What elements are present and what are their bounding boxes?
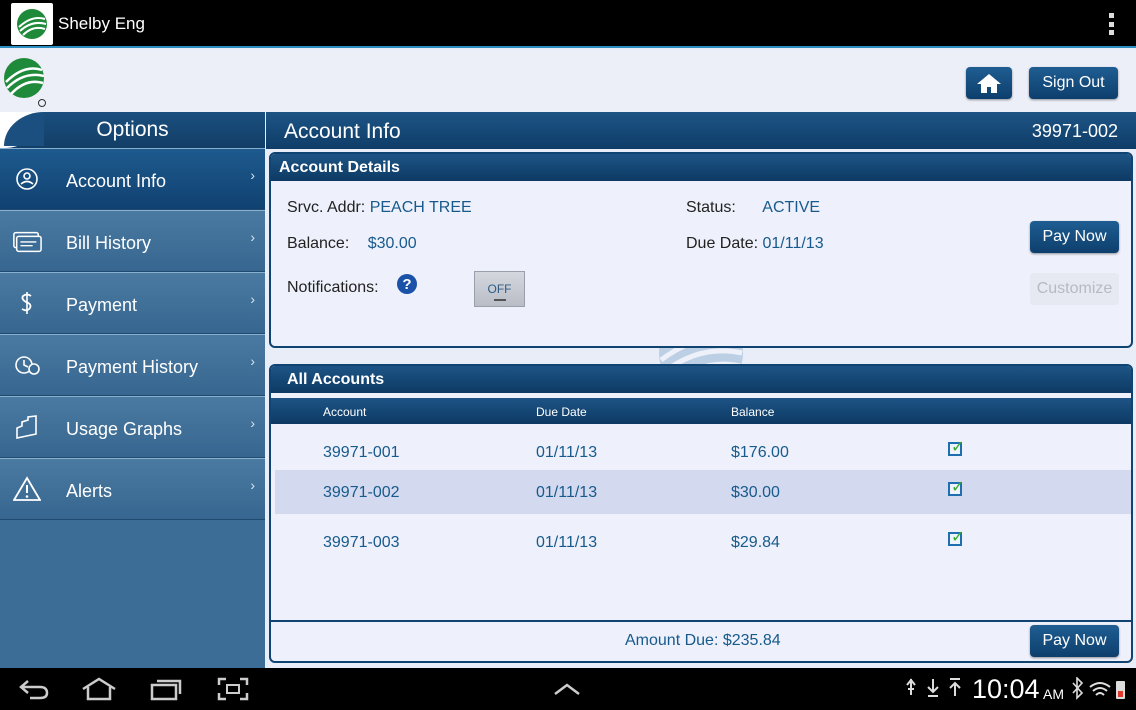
history-icon xyxy=(12,351,42,379)
sidebar-item-label: Payment History xyxy=(66,357,199,377)
service-address-value: PEACH TREE xyxy=(369,199,472,216)
divider xyxy=(271,620,1131,622)
dollar-icon xyxy=(12,289,42,317)
app-title: Shelby Eng xyxy=(58,14,145,33)
balance: $29.84 xyxy=(731,534,780,551)
sign-out-button[interactable]: Sign Out xyxy=(1029,67,1118,99)
sidebar-item-payment-history[interactable]: Payment History › xyxy=(0,334,265,396)
balance-row: Balance: $30.00 xyxy=(287,235,417,253)
column-account: Account xyxy=(323,405,367,419)
service-address-row: Srvc. Addr: PEACH TREE xyxy=(287,199,472,217)
pay-now-total-button[interactable]: Pay Now xyxy=(1030,625,1119,657)
table-header: Account Due Date Balance xyxy=(271,398,1131,424)
sidebar-item-payment[interactable]: Payment › xyxy=(0,272,265,334)
sidebar: Options Account Info › Bill History › Pa… xyxy=(0,112,265,668)
amount-due-label: Amount Due: xyxy=(625,632,719,649)
row-checkbox[interactable] xyxy=(948,477,964,497)
due-date: 01/11/13 xyxy=(536,534,598,551)
back-icon[interactable] xyxy=(18,677,50,701)
chevron-up-icon[interactable] xyxy=(553,682,581,696)
account-details-heading: Account Details xyxy=(271,154,1131,181)
row-checkbox[interactable] xyxy=(948,437,964,457)
chevron-right-icon: › xyxy=(250,167,255,183)
account-number: 39971-003 xyxy=(323,534,400,551)
notifications-toggle[interactable]: OFF xyxy=(474,271,525,307)
balance-value: $30.00 xyxy=(367,235,417,252)
chevron-right-icon: › xyxy=(250,477,255,493)
home-nav-icon[interactable] xyxy=(81,677,117,701)
sidebar-item-usage-graphs[interactable]: Usage Graphs › xyxy=(0,396,265,458)
bill-icon xyxy=(12,227,42,255)
sidebar-item-bill-history[interactable]: Bill History › xyxy=(0,210,265,272)
amount-due-value: $235.84 xyxy=(722,632,781,649)
sidebar-item-label: Payment xyxy=(66,295,138,315)
page-title: Account Info xyxy=(284,120,401,143)
page-title-bar: Account Info 39971-002 xyxy=(266,112,1136,149)
table-row[interactable]: 39971-001 01/11/13 $176.00 xyxy=(275,430,1131,474)
balance: $30.00 xyxy=(731,484,780,501)
status-value: ACTIVE xyxy=(762,199,821,216)
balance: $176.00 xyxy=(731,444,789,461)
due-date-row: Due Date: 01/11/13 xyxy=(686,235,824,253)
due-date-label: Due Date: xyxy=(686,235,759,252)
home-icon xyxy=(977,74,1001,93)
service-address-label: Srvc. Addr: xyxy=(287,199,366,216)
chevron-right-icon: › xyxy=(250,229,255,245)
chevron-right-icon: › xyxy=(250,291,255,307)
chevron-right-icon: › xyxy=(250,415,255,431)
action-bar: Shelby Eng xyxy=(0,0,1136,48)
notifications-label: Notifications: xyxy=(287,279,379,296)
account-number: 39971-001 xyxy=(323,444,400,461)
screenshot-icon[interactable] xyxy=(217,677,249,701)
recent-apps-icon[interactable] xyxy=(150,677,182,701)
connectivity-icons xyxy=(1072,677,1125,700)
due-date-value: 01/11/13 xyxy=(762,235,824,252)
overflow-menu-icon[interactable] xyxy=(1108,13,1114,35)
status-icons xyxy=(906,678,961,697)
sidebar-item-label: Alerts xyxy=(66,481,113,501)
company-logo-icon xyxy=(2,56,48,115)
due-date: 01/11/13 xyxy=(536,444,598,461)
help-icon[interactable]: ? xyxy=(397,274,417,294)
chevron-right-icon: › xyxy=(250,353,255,369)
current-account-number: 39971-002 xyxy=(1031,121,1118,141)
graph-icon xyxy=(12,413,42,441)
account-number: 39971-002 xyxy=(323,484,400,501)
sidebar-title-label: Options xyxy=(96,118,169,141)
column-due-date: Due Date xyxy=(536,405,587,419)
column-balance: Balance xyxy=(731,405,775,419)
table-row[interactable]: 39971-003 01/11/13 $29.84 xyxy=(275,520,1131,564)
sidebar-item-label: Bill History xyxy=(66,233,152,253)
status-label: Status: xyxy=(686,199,736,216)
customize-button[interactable]: Customize xyxy=(1030,273,1119,305)
sidebar-item-label: Account Info xyxy=(66,171,167,191)
clock-ampm: AM xyxy=(1043,686,1064,702)
account-details-panel: Account Details Srvc. Addr: PEACH TREE B… xyxy=(269,152,1133,348)
user-circle-icon xyxy=(12,165,42,193)
all-accounts-heading: All Accounts xyxy=(271,366,1131,393)
warning-icon xyxy=(12,475,42,503)
app-logo-icon[interactable] xyxy=(11,3,53,45)
header: Sign Out xyxy=(0,50,1136,112)
row-checkbox[interactable] xyxy=(948,527,964,547)
sidebar-item-label: Usage Graphs xyxy=(66,419,183,439)
status-row: Status: ACTIVE xyxy=(686,199,820,217)
clock-time: 10:04 xyxy=(972,674,1040,704)
balance-label: Balance: xyxy=(287,235,350,252)
system-nav-bar: 10:04 AM xyxy=(0,668,1136,710)
home-button[interactable] xyxy=(966,67,1012,99)
table-row[interactable]: 39971-002 01/11/13 $30.00 xyxy=(275,470,1131,514)
all-accounts-panel: All Accounts Account Due Date Balance 39… xyxy=(269,364,1133,663)
sidebar-item-alerts[interactable]: Alerts › xyxy=(0,458,265,520)
pay-now-button[interactable]: Pay Now xyxy=(1030,221,1119,253)
page-curl-decoration xyxy=(0,112,44,148)
amount-due: Amount Due: $235.84 xyxy=(625,632,781,650)
sidebar-item-account-info[interactable]: Account Info › xyxy=(0,148,265,210)
due-date: 01/11/13 xyxy=(536,484,598,501)
